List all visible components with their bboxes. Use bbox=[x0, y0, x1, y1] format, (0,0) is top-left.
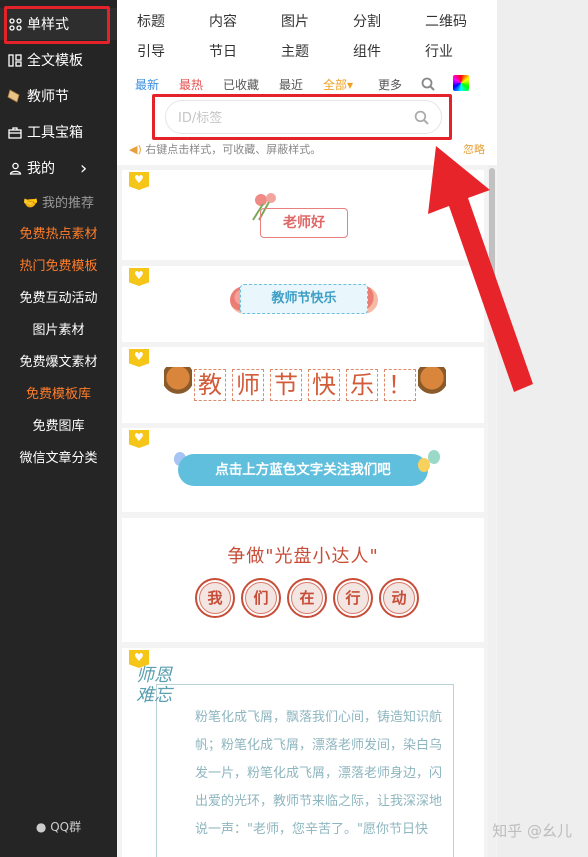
follow-banner: 点击上方蓝色文字关注我们吧 bbox=[178, 454, 428, 486]
recommend-heading: 🤝 我的推荐 bbox=[0, 187, 117, 219]
circle-char: 们 bbox=[241, 578, 281, 618]
sidebar-item-full-template[interactable]: 全文模板 bbox=[0, 44, 117, 76]
category-tab[interactable]: 标题 bbox=[137, 11, 165, 31]
sidebar-item-label: 单样式 bbox=[27, 17, 69, 33]
category-tab[interactable]: 内容 bbox=[209, 11, 237, 31]
scrollbar-thumb[interactable] bbox=[489, 168, 495, 288]
category-tab[interactable]: 行业 bbox=[425, 41, 453, 61]
filter-recent[interactable]: 最近 bbox=[279, 76, 303, 93]
style-card[interactable]: 老师好 bbox=[122, 170, 484, 260]
bouquet-icon bbox=[164, 367, 192, 403]
speaker-icon: ◀) bbox=[129, 143, 142, 156]
circle-char-label: 在 bbox=[291, 582, 323, 614]
filter-hottest[interactable]: 最热 bbox=[179, 76, 203, 93]
compete-title: 争做"光盘小达人" bbox=[227, 546, 379, 567]
zhihu-watermark: 知乎 @幺儿 bbox=[492, 822, 572, 840]
ignore-link[interactable]: 忽略 bbox=[463, 141, 485, 157]
sidebar-sub-item[interactable]: 免费互动活动 bbox=[0, 283, 117, 315]
title-char: ！ bbox=[384, 369, 416, 401]
calligraphy-title: 师恩难忘 bbox=[136, 665, 172, 706]
chevron-right-icon: › bbox=[80, 157, 88, 179]
filter-favorited[interactable]: 已收藏 bbox=[223, 76, 259, 93]
color-picker-icon[interactable] bbox=[453, 75, 469, 91]
category-tab[interactable]: 引导 bbox=[137, 41, 165, 61]
penguin-icon: ● bbox=[35, 820, 47, 834]
title-char: 乐 bbox=[346, 369, 378, 401]
title-char: 教 bbox=[194, 369, 226, 401]
sidebar-item-label: 我的 bbox=[27, 161, 55, 177]
title-char: 节 bbox=[270, 369, 302, 401]
recommend-heading-label: 我的推荐 bbox=[42, 196, 95, 211]
circle-char: 动 bbox=[379, 578, 419, 618]
scroll-icon bbox=[7, 88, 23, 104]
style-card[interactable]: 教 师 节 快 乐 ！ bbox=[122, 347, 484, 423]
style-card[interactable]: 争做"光盘小达人" 我 们 在 行 动 bbox=[122, 518, 484, 642]
style-card[interactable]: 教师节快乐 bbox=[122, 266, 484, 342]
sidebar-sub-item[interactable]: 免费图库 bbox=[0, 411, 117, 443]
sidebar-sub-item[interactable]: 免费热点素材 bbox=[0, 219, 117, 251]
category-tab[interactable]: 节日 bbox=[209, 41, 237, 61]
sidebar: 单样式 全文模板 教师节 工具宝箱 我的 › 🤝 我的推荐 免费热点素材 热门免… bbox=[0, 0, 117, 857]
favorite-badge-icon bbox=[129, 430, 149, 448]
user-icon bbox=[7, 160, 23, 176]
circle-char-label: 我 bbox=[199, 582, 231, 614]
caret-down-icon: ▾ bbox=[347, 78, 354, 92]
search-box[interactable] bbox=[165, 100, 442, 134]
qq-group-label: QQ群 bbox=[50, 820, 82, 834]
bouquet-icon bbox=[418, 367, 446, 403]
favorite-badge-icon bbox=[129, 172, 149, 190]
style-card[interactable]: 师恩难忘 粉笔化成飞屑，飘落我们心间，铸造知识航帆；粉笔化成飞屑，漂落老师发间，… bbox=[122, 648, 484, 857]
circle-char-label: 们 bbox=[245, 582, 277, 614]
search-icon[interactable] bbox=[414, 110, 429, 129]
teacher-greeting-button: 老师好 bbox=[260, 208, 348, 238]
tip-label: 右键点击样式，可收藏、屏蔽样式。 bbox=[145, 143, 322, 156]
circle-char: 在 bbox=[287, 578, 327, 618]
title-char: 快 bbox=[308, 369, 340, 401]
balloon-icon bbox=[428, 450, 440, 464]
style-panel: 标题 内容 图片 分割 二维码 引导 节日 主题 组件 行业 最新 最热 已收藏… bbox=[117, 0, 497, 857]
sidebar-sub-item[interactable]: 免费爆文素材 bbox=[0, 347, 117, 379]
sidebar-item-label: 教师节 bbox=[27, 89, 69, 105]
poem-text: 粉笔化成飞屑，飘落我们心间，铸造知识航帆；粉笔化成飞屑，漂落老师发间，染白乌发一… bbox=[195, 710, 443, 837]
sidebar-item-single-style[interactable]: 单样式 bbox=[0, 8, 117, 40]
sidebar-sub-item[interactable]: 热门免费模板 bbox=[0, 251, 117, 283]
sidebar-item-toolbox[interactable]: 工具宝箱 bbox=[0, 116, 117, 148]
circle-char-label: 行 bbox=[337, 582, 369, 614]
toolbox-icon bbox=[7, 124, 23, 140]
search-icon[interactable] bbox=[421, 76, 435, 95]
title-char: 师 bbox=[232, 369, 264, 401]
category-tab[interactable]: 二维码 bbox=[425, 11, 467, 31]
sidebar-sub-item[interactable]: 图片素材 bbox=[0, 315, 117, 347]
category-tab[interactable]: 图片 bbox=[281, 11, 309, 31]
category-header: 标题 内容 图片 分割 二维码 引导 节日 主题 组件 行业 最新 最热 已收藏… bbox=[117, 0, 497, 165]
filter-more[interactable]: 更多 bbox=[378, 76, 402, 93]
category-tab[interactable]: 主题 bbox=[281, 41, 309, 61]
circle-char: 行 bbox=[333, 578, 373, 618]
template-icon bbox=[7, 52, 23, 68]
qq-group-link[interactable]: ● QQ群 bbox=[0, 818, 117, 835]
filter-all-label: 全部 bbox=[323, 78, 348, 92]
sidebar-sub-item[interactable]: 免费模板库 bbox=[0, 379, 117, 411]
teachers-day-ribbon: 教师节快乐 bbox=[240, 284, 368, 314]
favorite-badge-icon bbox=[129, 349, 149, 367]
favorite-badge-icon bbox=[129, 268, 149, 286]
style-card[interactable]: 点击上方蓝色文字关注我们吧 bbox=[122, 428, 484, 512]
sidebar-item-label: 全文模板 bbox=[27, 53, 83, 69]
filter-newest[interactable]: 最新 bbox=[135, 76, 159, 93]
category-tab[interactable]: 分割 bbox=[353, 11, 381, 31]
category-tab[interactable]: 组件 bbox=[353, 41, 381, 61]
handshake-icon: 🤝 bbox=[22, 196, 38, 210]
grid-icon bbox=[7, 16, 23, 32]
sidebar-sub-item[interactable]: 微信文章分类 bbox=[0, 443, 117, 475]
sidebar-item-mine[interactable]: 我的 › bbox=[0, 152, 117, 184]
search-input[interactable] bbox=[178, 108, 398, 128]
circle-char-label: 动 bbox=[383, 582, 415, 614]
sidebar-item-label: 工具宝箱 bbox=[27, 125, 83, 141]
circle-char: 我 bbox=[195, 578, 235, 618]
sidebar-item-teachers-day[interactable]: 教师节 bbox=[0, 80, 117, 112]
tip-text: ◀) 右键点击样式，可收藏、屏蔽样式。 bbox=[129, 141, 321, 157]
filter-all-dropdown[interactable]: 全部▾ bbox=[323, 76, 353, 93]
